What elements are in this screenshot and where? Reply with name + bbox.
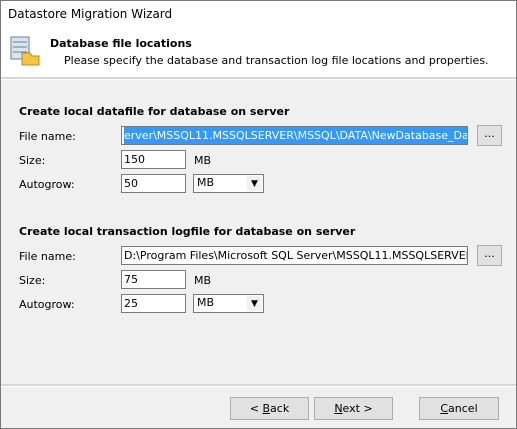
datafile-autogrow-label: Autogrow: [19,178,75,191]
back-button[interactable]: < Back [230,397,309,420]
datafile-size-input[interactable]: 150 [121,150,186,169]
datafile-file-value: erver\MSSQL11.MSSQLSERVER\MSSQL\DATA\New… [124,127,467,144]
cancel-button-accesskey: C [440,402,449,415]
chevron-down-icon[interactable]: ▼ [247,296,262,311]
datafile-file-input[interactable]: erver\MSSQL11.MSSQLSERVER\MSSQL\DATA\New… [121,126,468,145]
logfile-autogrow-unit-value: MB [197,296,215,309]
datafile-autogrow-input[interactable]: 50 [121,174,186,193]
datafile-autogrow-unit-select[interactable]: MB ▼ [193,174,264,193]
wizard-header: Database file locations Please specify t… [1,29,516,77]
database-folder-icon [10,36,40,66]
title-bar[interactable]: Datastore Migration Wizard [1,1,516,29]
logfile-size-label: Size: [19,274,46,287]
datafile-section-title: Create local datafile for database on se… [19,105,290,118]
logfile-size-unit: MB [194,274,212,287]
logfile-section-title: Create local transaction logfile for dat… [19,225,356,238]
logfile-file-input[interactable]: D:\Program Files\Microsoft SQL Server\MS… [121,246,468,265]
datafile-size-unit: MB [194,154,212,167]
datafile-size-label: Size: [19,154,46,167]
cancel-button[interactable]: Cancel [419,397,499,420]
logfile-autogrow-label: Autogrow: [19,298,75,311]
next-button-accesskey: N [334,402,343,415]
back-button-label: ack [270,402,290,415]
logfile-autogrow-unit-select[interactable]: MB ▼ [193,294,264,313]
window-title: Datastore Migration Wizard [8,7,173,21]
logfile-size-input[interactable]: 75 [121,270,186,289]
logfile-file-label: File name: [19,250,76,263]
wizard-window: Datastore Migration Wizard Database file… [0,0,517,429]
header-title: Database file locations [50,37,192,50]
next-button-label: ext > [342,402,373,415]
next-button[interactable]: Next > [314,397,393,420]
header-subtitle: Please specify the database and transact… [64,54,489,67]
logfile-browse-button[interactable]: ... [477,245,502,266]
back-button-prefix: < [249,402,263,415]
back-button-accesskey: B [262,402,271,415]
chevron-down-icon[interactable]: ▼ [247,176,262,191]
header-divider [1,77,516,80]
datafile-file-label: File name: [19,130,76,143]
datafile-browse-button[interactable]: ... [477,125,502,146]
footer-divider [1,384,516,387]
datafile-autogrow-unit-value: MB [197,176,215,189]
logfile-autogrow-input[interactable]: 25 [121,294,186,313]
cancel-button-label: ancel [448,402,478,415]
